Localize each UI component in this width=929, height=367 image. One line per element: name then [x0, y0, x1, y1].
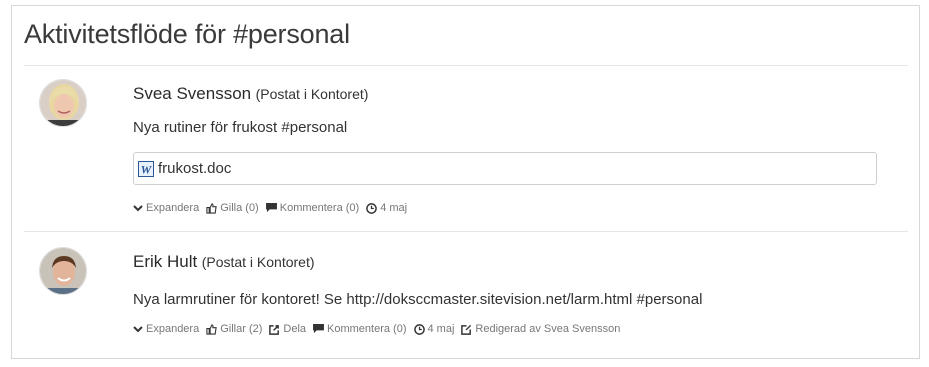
- edit-icon: [461, 324, 472, 335]
- avatar[interactable]: [39, 79, 87, 127]
- comment-button[interactable]: Kommentera (0): [265, 202, 360, 214]
- post-message: Nya rutiner för frukost #personal: [133, 119, 348, 136]
- date-label: 4 maj: [380, 202, 408, 214]
- like-label: Gillar (2): [220, 323, 263, 335]
- panel-title: Aktivitetsflöde för #personal: [24, 19, 350, 49]
- timestamp: 4 maj: [413, 323, 455, 335]
- thumbs-up-icon: [206, 323, 217, 335]
- like-button[interactable]: Gilla (0): [206, 202, 259, 214]
- posted-in-label: (Postat i Kontoret): [201, 254, 315, 270]
- share-label: Dela: [283, 323, 307, 335]
- edited-info: Redigerad av Svea Svensson: [461, 323, 620, 335]
- comment-label: Kommentera (0): [279, 202, 360, 214]
- post-message: Nya larmrutiner för kontoret! Se http://…: [133, 291, 703, 308]
- chevron-down-icon: [133, 326, 143, 333]
- share-icon: [269, 324, 280, 335]
- share-button[interactable]: Dela: [269, 323, 306, 335]
- edited-label: Redigerad av Svea Svensson: [475, 323, 621, 335]
- entry-divider: [24, 231, 908, 232]
- author-line: Svea Svensson (Postat i Kontoret): [133, 84, 368, 104]
- comment-icon: [313, 324, 324, 334]
- comment-icon: [265, 203, 277, 213]
- entry-actions: Expandera Gilla (0) Kommentera (0) 4 maj: [133, 202, 414, 214]
- posted-in-label: (Postat i Kontoret): [255, 86, 369, 102]
- feed-entry: Svea Svensson (Postat i Kontoret) Nya ru…: [12, 66, 919, 232]
- author-name[interactable]: Erik Hult: [133, 252, 197, 271]
- avatar[interactable]: [39, 247, 87, 295]
- word-doc-icon: W: [138, 160, 154, 177]
- avatar-image: [40, 248, 86, 294]
- thumbs-up-icon: [206, 202, 217, 214]
- avatar-image: [40, 80, 86, 126]
- clock-icon: [413, 323, 425, 335]
- attachment-link[interactable]: W frukost.doc: [133, 152, 877, 185]
- entry-actions: Expandera Gillar (2) Dela Kommentera (0)…: [133, 323, 627, 335]
- expand-button[interactable]: Expandera: [133, 323, 199, 335]
- like-button[interactable]: Gillar (2): [206, 323, 262, 335]
- comment-button[interactable]: Kommentera (0): [313, 323, 407, 335]
- activity-feed-panel: Aktivitetsflöde för #personal Svea Svens…: [11, 5, 920, 359]
- chevron-down-icon: [133, 205, 143, 212]
- date-label: 4 maj: [427, 323, 455, 335]
- attachment-name: frukost.doc: [158, 160, 232, 177]
- author-line: Erik Hult (Postat i Kontoret): [133, 252, 315, 272]
- feed-entry: Erik Hult (Postat i Kontoret) Nya larmru…: [12, 233, 919, 353]
- comment-label: Kommentera (0): [327, 323, 407, 335]
- clock-icon: [366, 202, 378, 214]
- author-name[interactable]: Svea Svensson: [133, 84, 251, 103]
- expand-button[interactable]: Expandera: [133, 202, 199, 214]
- like-label: Gilla (0): [220, 202, 259, 214]
- svg-text:W: W: [141, 162, 153, 176]
- timestamp: 4 maj: [366, 202, 407, 214]
- expand-label: Expandera: [146, 202, 200, 214]
- expand-label: Expandera: [146, 323, 200, 335]
